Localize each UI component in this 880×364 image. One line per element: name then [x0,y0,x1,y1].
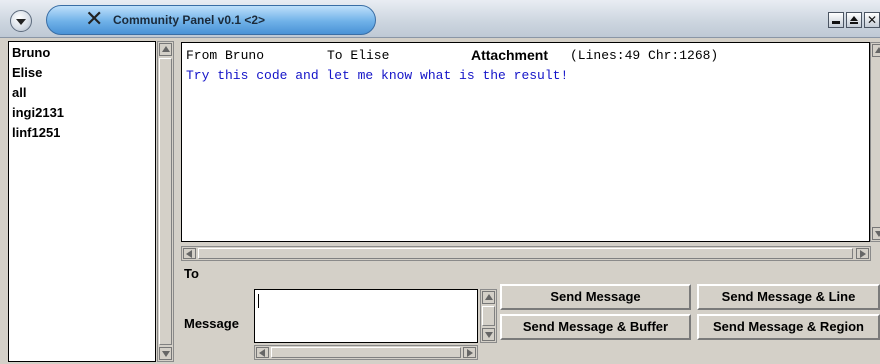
title-bar: ✕ Community Panel v0.1 <2> ✕ [0,0,880,38]
message-view-vscrollbar[interactable] [870,42,880,242]
scroll-up-icon[interactable] [159,43,172,56]
list-item[interactable]: Bruno [9,43,155,63]
list-item[interactable]: linf1251 [9,123,155,143]
send-message-buffer-button[interactable]: Send Message & Buffer [500,314,691,340]
scroll-down-icon[interactable] [872,227,880,240]
window-title: Community Panel v0.1 <2> [113,13,266,27]
maximize-icon[interactable] [846,12,862,28]
message-input-hscrollbar[interactable] [254,345,478,360]
list-item[interactable]: all [9,83,155,103]
to-label: To [184,266,199,281]
window-controls: ✕ [828,12,880,28]
message-view[interactable]: From Bruno To Elise Attachment (Lines:49… [181,42,870,242]
message-to: To Elise [327,48,390,63]
scroll-thumb[interactable] [198,248,853,259]
user-list[interactable]: Bruno Elise all ingi2131 linf1251 [8,41,156,362]
scroll-left-icon[interactable] [183,248,196,259]
text-caret [258,294,259,308]
user-list-items: Bruno Elise all ingi2131 linf1251 [9,42,155,143]
chevron-down-icon[interactable] [10,10,32,32]
list-item[interactable]: Elise [9,63,155,83]
scroll-down-icon[interactable] [159,347,172,360]
send-message-line-button[interactable]: Send Message & Line [697,284,880,310]
scroll-right-icon[interactable] [856,248,869,259]
scroll-thumb[interactable] [482,306,495,326]
x-logo-icon: ✕ [85,7,104,32]
scroll-thumb[interactable] [271,347,461,358]
scroll-left-icon[interactable] [256,347,269,358]
message-body: Try this code and let me know what is th… [186,68,569,83]
message-input[interactable] [254,289,478,343]
scroll-up-icon[interactable] [872,44,880,57]
attachment-link[interactable]: Attachment [471,47,548,63]
minimize-icon[interactable] [828,12,844,28]
scroll-down-icon[interactable] [482,328,495,341]
message-label: Message [184,316,239,331]
scroll-up-icon[interactable] [482,291,495,304]
list-item[interactable]: ingi2131 [9,103,155,123]
send-message-button[interactable]: Send Message [500,284,691,310]
scroll-thumb[interactable] [159,58,172,345]
scroll-right-icon[interactable] [463,347,476,358]
window-title-tab[interactable]: ✕ Community Panel v0.1 <2> [46,5,376,35]
close-icon[interactable]: ✕ [864,12,880,28]
message-from: From Bruno [186,48,265,63]
attachment-info: (Lines:49 Chr:1268) [570,48,719,63]
message-input-vscrollbar[interactable] [480,289,497,343]
user-list-scrollbar[interactable] [157,41,174,362]
message-view-hscrollbar[interactable] [181,246,871,261]
send-message-region-button[interactable]: Send Message & Region [697,314,880,340]
